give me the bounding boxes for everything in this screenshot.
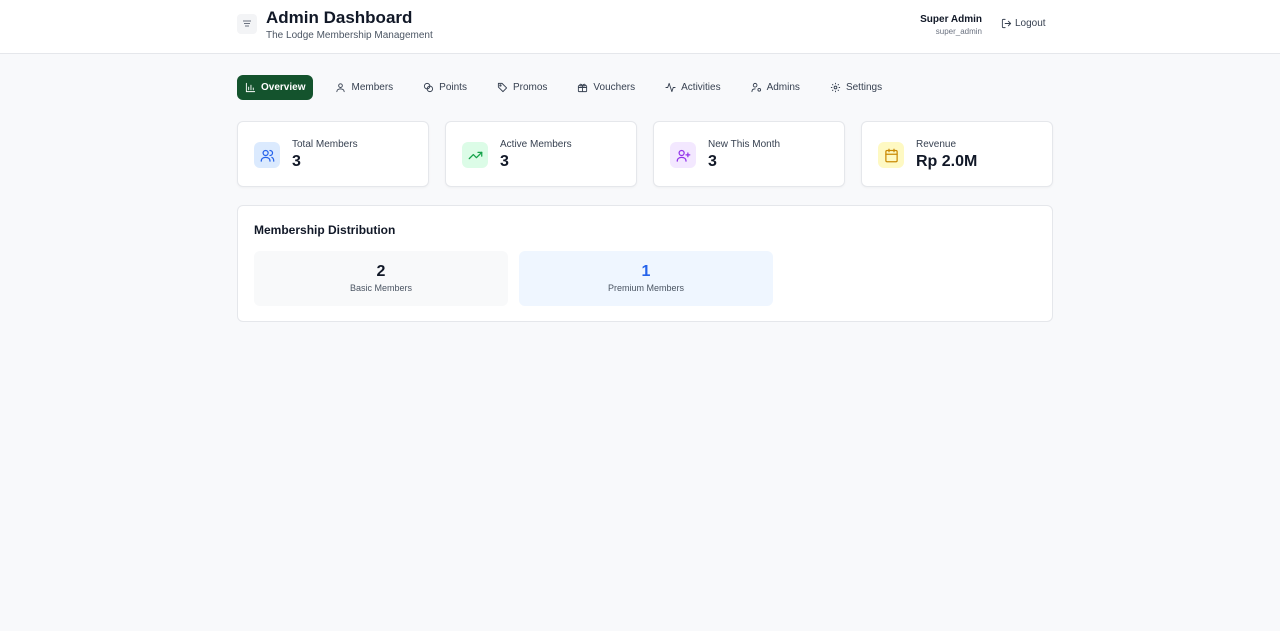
stat-card-revenue: Revenue Rp 2.0M <box>861 121 1053 187</box>
basic-members-label: Basic Members <box>349 283 412 293</box>
tab-activities[interactable]: Activities <box>657 75 728 100</box>
basic-members-tile: 2 Basic Members <box>254 251 508 306</box>
tab-label: Settings <box>845 82 883 93</box>
premium-members-tile: 1 Premium Members <box>519 251 773 306</box>
stat-icon-wrap <box>462 142 488 168</box>
coins-icon <box>424 82 434 93</box>
stat-icon-wrap <box>878 142 904 168</box>
premium-members-label: Premium Members <box>607 283 684 293</box>
stat-icon-wrap <box>670 142 696 168</box>
gear-icon <box>830 82 841 93</box>
tab-label: Overview <box>261 82 306 93</box>
page-subtitle: The Lodge Membership Management <box>266 30 433 41</box>
basic-members-count: 2 <box>376 263 386 280</box>
gift-icon <box>578 83 588 93</box>
tab-overview[interactable]: Overview <box>237 75 314 100</box>
logout-label: Logout <box>1015 18 1046 29</box>
tab-admins[interactable]: Admins <box>743 75 808 100</box>
stat-card-total-members: Total Members 3 <box>237 121 429 187</box>
tab-label: Points <box>439 82 467 93</box>
trending-up-icon <box>468 151 482 159</box>
membership-distribution-panel: Membership Distribution 2 Basic Members … <box>237 205 1053 322</box>
user-role: super_admin <box>935 27 982 36</box>
tab-members[interactable]: Members <box>327 75 401 100</box>
users-icon <box>260 149 274 162</box>
user-icon <box>336 83 346 93</box>
user-cog-icon <box>751 82 761 93</box>
stat-label: Active Members <box>500 139 572 150</box>
stat-icon-wrap <box>254 142 280 168</box>
stat-value: 3 <box>292 153 301 170</box>
stat-card-new-this-month: New This Month 3 <box>653 121 845 187</box>
lodge-logo <box>237 14 257 34</box>
tab-label: Members <box>351 82 394 93</box>
tab-label: Activities <box>681 82 721 93</box>
app-header: Admin Dashboard The Lodge Membership Man… <box>0 0 1280 54</box>
stat-value: 3 <box>500 153 509 170</box>
tab-points[interactable]: Points <box>415 75 475 100</box>
page-title: Admin Dashboard <box>266 8 413 27</box>
tab-label: Admins <box>766 82 800 93</box>
stat-value: 3 <box>708 153 717 170</box>
stat-label: New This Month <box>708 139 781 150</box>
user-plus-icon <box>676 149 690 162</box>
main-nav: Overview Members Points Promos Vouchers … <box>237 75 904 100</box>
activity-icon <box>665 82 676 93</box>
tag-icon <box>497 82 508 93</box>
logout-icon <box>1001 18 1012 29</box>
section-title: Membership Distribution <box>254 223 396 237</box>
stat-label: Total Members <box>292 139 358 150</box>
user-name: Super Admin <box>920 14 982 25</box>
logout-button[interactable]: Logout <box>1001 18 1046 29</box>
tab-label: Promos <box>512 82 548 93</box>
premium-members-count: 1 <box>641 263 651 280</box>
tab-label: Vouchers <box>593 82 636 93</box>
tab-settings[interactable]: Settings <box>822 75 890 100</box>
tab-vouchers[interactable]: Vouchers <box>569 75 643 100</box>
tab-promos[interactable]: Promos <box>489 75 555 100</box>
bar-chart-icon <box>245 82 256 93</box>
stat-label: Revenue <box>916 139 957 150</box>
stat-card-active-members: Active Members 3 <box>445 121 637 187</box>
lodge-logo-icon <box>243 20 251 27</box>
stat-value: Rp 2.0M <box>916 153 978 170</box>
calendar-icon <box>884 148 898 162</box>
